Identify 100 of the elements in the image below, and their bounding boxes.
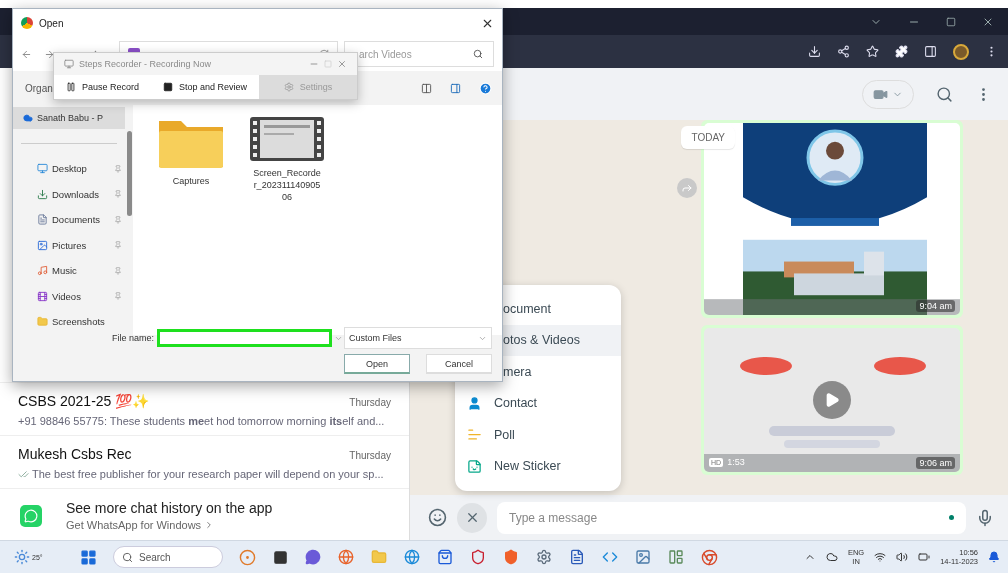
chat-time: Thursday (349, 450, 391, 461)
globe-icon[interactable] (338, 549, 354, 565)
video-call-button[interactable] (862, 79, 914, 109)
document-icon (37, 214, 48, 226)
recorder-button[interactable]: Pause Record (54, 75, 152, 99)
chat-name: Mukesh Csbs Rec (18, 446, 132, 462)
panel-icon[interactable] (668, 549, 684, 565)
download-icon (37, 188, 48, 200)
search-icon[interactable] (936, 85, 953, 103)
maximize-icon (324, 60, 332, 68)
dialog-button[interactable]: Cancel (426, 354, 492, 374)
search-icon (122, 551, 133, 563)
profile-avatar[interactable] (953, 43, 969, 60)
sidebar-item[interactable]: Documents (13, 207, 125, 233)
message-field[interactable]: Type a message (497, 501, 966, 534)
preview-pane-icon[interactable] (450, 82, 461, 94)
bag-icon[interactable] (437, 549, 453, 565)
download-link[interactable]: Get WhatsApp for Windows (66, 519, 202, 531)
play-icon (824, 392, 840, 408)
cloud-icon[interactable] (825, 551, 838, 563)
recorder-icon (64, 59, 74, 69)
pause-icon (66, 82, 76, 92)
chat-app-logo (20, 504, 42, 527)
sidebar-item[interactable]: Downloads (13, 181, 125, 207)
chat-item[interactable]: Mukesh Csbs Rec Thursday The best free publisher for your research paper will depend on your sp... (0, 435, 409, 488)
chat-name: CSBS 2021-25 💯✨ (18, 393, 150, 409)
wifi-icon[interactable] (874, 551, 887, 563)
tree-item[interactable]: Sanath Babu - P (13, 107, 125, 129)
sidebar-item[interactable]: Desktop (13, 156, 125, 182)
microphone-icon[interactable] (976, 508, 994, 527)
monitor-icon (37, 163, 48, 175)
menu-item[interactable]: Poll (455, 419, 621, 451)
bell-icon[interactable] (988, 551, 1000, 563)
file-type-select[interactable]: Custom Files (344, 327, 492, 349)
menu-item[interactable]: Contact (455, 387, 621, 419)
status-dot (949, 515, 954, 520)
scrollbar-thumb[interactable] (126, 131, 132, 216)
share-icon[interactable] (837, 45, 850, 58)
chat-time: Thursday (349, 397, 391, 408)
search-field[interactable]: Search (113, 546, 223, 568)
video-duration: 1:53 (727, 457, 745, 467)
file-item[interactable]: Screen_Recorder_20231114090506 (249, 117, 325, 204)
emoji-icon[interactable] (428, 508, 447, 527)
forward-icon (681, 182, 693, 194)
sticker-icon (467, 458, 482, 474)
battery-icon[interactable] (918, 551, 931, 563)
windows-icon[interactable] (80, 548, 97, 566)
forward-icon[interactable] (44, 48, 55, 60)
globe-icon[interactable] (404, 549, 420, 565)
sidebar-item[interactable]: Videos (13, 283, 125, 309)
music-icon (37, 265, 48, 277)
folder-icon (37, 316, 48, 328)
film-thumbnail-icon (250, 117, 324, 161)
film-icon (37, 290, 48, 302)
settings-icon (283, 82, 294, 92)
app-icon (21, 17, 33, 29)
shield-icon[interactable] (503, 549, 519, 565)
promo-title: See more chat history on the app (66, 500, 273, 516)
maximize-icon[interactable] (946, 16, 956, 27)
code-icon[interactable] (602, 549, 618, 565)
date-chip: TODAY (681, 126, 735, 149)
star-icon[interactable] (866, 45, 879, 58)
cloud-icon (23, 113, 33, 123)
dialog-button[interactable]: Open (344, 354, 410, 374)
view-icon[interactable] (421, 82, 432, 94)
poll-icon (467, 427, 482, 443)
chat-preview: +91 98846 55775: These students meet hod tomorrow morning itself and... (18, 415, 385, 427)
volume-icon[interactable] (896, 551, 909, 563)
file-name-label: File name: (111, 333, 155, 343)
image-icon (37, 239, 48, 251)
gear-icon[interactable] (536, 549, 552, 565)
message-time: 9:06 am (916, 457, 955, 469)
file-name-field[interactable] (157, 329, 332, 347)
chat-preview: The best free publisher for your research paper will depend on your sp... (32, 468, 384, 480)
colourful-icon[interactable] (239, 548, 256, 566)
image-icon[interactable] (635, 549, 651, 565)
person-icon (467, 395, 482, 411)
sidebar-item[interactable]: Pictures (13, 232, 125, 258)
shield-icon[interactable] (470, 549, 486, 565)
back-icon[interactable] (21, 48, 32, 60)
file-item[interactable]: Captures (153, 117, 229, 188)
document-icon[interactable] (569, 549, 585, 565)
stop-icon (163, 82, 174, 92)
puzzle-icon[interactable] (895, 45, 908, 58)
menu-item[interactable]: New Sticker (455, 450, 621, 482)
search-icon (473, 49, 483, 59)
help-icon[interactable] (479, 81, 492, 95)
organize-menu[interactable]: Organ (25, 82, 53, 94)
message-time: 9:04 am (916, 300, 955, 312)
sidebar-item[interactable]: Music (13, 258, 125, 284)
sidebar-item[interactable]: Screenshots (13, 309, 125, 335)
square-icon[interactable] (273, 549, 288, 565)
sidebar-icon[interactable] (924, 45, 937, 58)
chat-bubble-icon[interactable] (305, 549, 321, 565)
chrome-icon[interactable] (701, 548, 718, 566)
weather-icon[interactable] (14, 549, 30, 565)
window-title: Steps Recorder - Recording Now (79, 59, 213, 69)
dialog-title: Open (39, 17, 65, 29)
close-button[interactable] (457, 502, 487, 533)
download-icon[interactable] (808, 45, 821, 58)
